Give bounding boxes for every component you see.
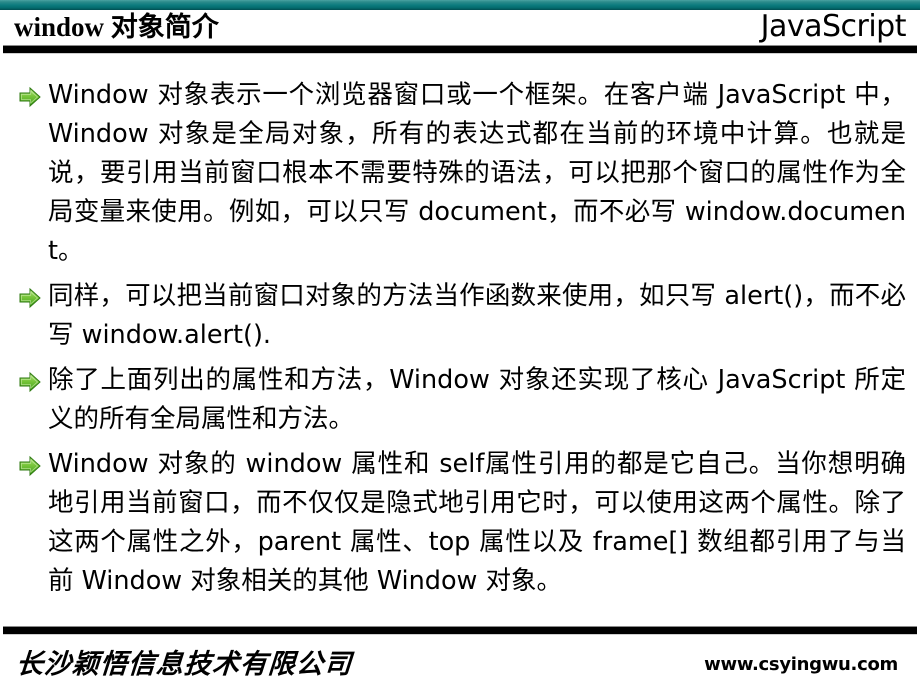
- list-item: 同样，可以把当前窗口对象的方法当作函数来使用，如只写 alert()，而不必写 …: [18, 277, 906, 355]
- list-item-text: 同样，可以把当前窗口对象的方法当作函数来使用，如只写 alert()，而不必写 …: [48, 281, 906, 350]
- presentation-slide: window 对象简介 JavaScript Window 对象表示一个浏览器窗…: [0, 0, 920, 690]
- list-item: Window 对象的 window 属性和 self属性引用的都是它自己。当你想…: [18, 445, 906, 601]
- green-arrow-bullet-icon: [19, 287, 41, 309]
- green-arrow-bullet-icon: [19, 86, 41, 108]
- list-item: 除了上面列出的属性和方法，Window 对象还实现了核心 JavaScript …: [18, 361, 906, 439]
- list-item-text: Window 对象表示一个浏览器窗口或一个框架。在客户端 JavaScript …: [48, 80, 906, 266]
- brand-label: JavaScript: [760, 9, 907, 44]
- slide-body: Window 对象表示一个浏览器窗口或一个框架。在客户端 JavaScript …: [0, 60, 920, 622]
- page-title: window 对象简介: [14, 12, 219, 42]
- header-divider: [3, 45, 917, 54]
- list-item: Window 对象表示一个浏览器窗口或一个框架。在客户端 JavaScript …: [18, 76, 906, 271]
- list-item-text: Window 对象的 window 属性和 self属性引用的都是它自己。当你想…: [48, 449, 906, 596]
- company-name: 长沙颖悟信息技术有限公司: [14, 649, 354, 680]
- slide-footer: 长沙颖悟信息技术有限公司 www.csyingwu.com: [0, 640, 920, 690]
- website-url[interactable]: www.csyingwu.com: [704, 654, 898, 676]
- slide-header: window 对象简介 JavaScript: [0, 10, 920, 44]
- green-arrow-bullet-icon: [19, 455, 41, 477]
- footer-divider: [3, 626, 917, 635]
- list-item-text: 除了上面列出的属性和方法，Window 对象还实现了核心 JavaScript …: [48, 365, 906, 434]
- green-arrow-bullet-icon: [19, 371, 41, 393]
